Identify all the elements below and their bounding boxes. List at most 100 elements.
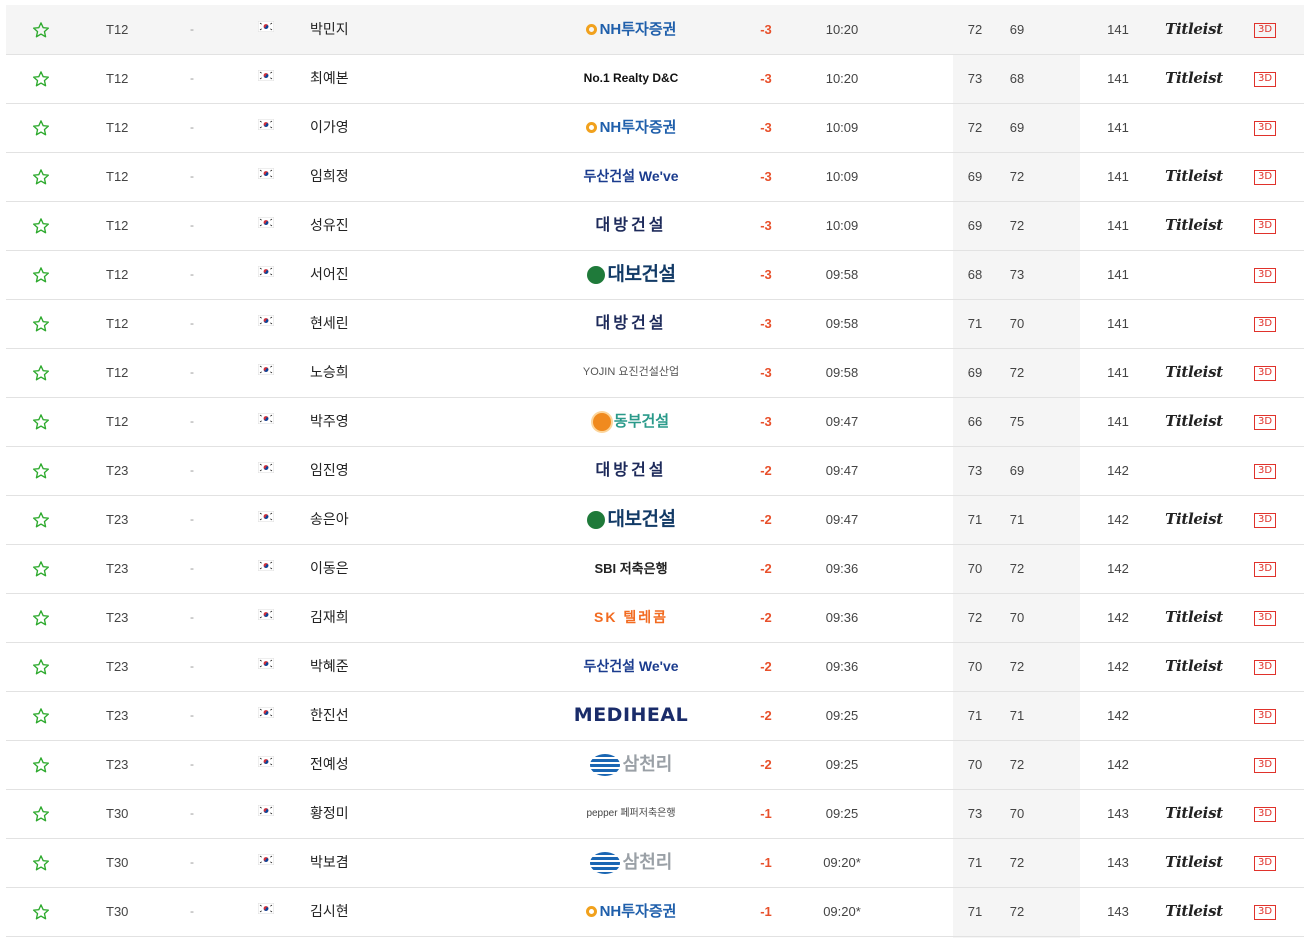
favorite-star-button[interactable] <box>30 740 52 789</box>
favorite-star-button[interactable] <box>30 348 52 397</box>
equipment-brand-logo: Titleist <box>1165 20 1223 38</box>
view-3d-button[interactable]: 3D <box>1254 709 1276 724</box>
favorite-star-button[interactable] <box>30 593 52 642</box>
favorite-star-button[interactable] <box>30 691 52 740</box>
table-row[interactable]: T30 - 김시현 NH투자증권 -1 09:20* 71 72 143 Titleist 3D <box>6 887 1304 937</box>
favorite-star-button[interactable] <box>30 5 52 54</box>
favorite-star-button[interactable] <box>30 495 52 544</box>
favorite-star-button[interactable] <box>30 887 52 936</box>
rank-cell: T12 <box>106 316 129 331</box>
table-row[interactable]: T30 - 박보겸 삼천리 -1 09:20* 71 72 143 Titleist 3D <box>6 838 1304 888</box>
view-3d-button[interactable]: 3D <box>1254 464 1276 479</box>
table-row[interactable]: T12 - 최예본 No.1 Realty D&C -3 10:20 73 68 141 Titl… <box>6 54 1304 104</box>
to-par-cell: -1 <box>760 806 772 821</box>
to-par-cell: -2 <box>760 463 772 478</box>
player-name-link[interactable]: 노승희 <box>310 348 349 397</box>
rank-change-cell: - <box>190 463 194 477</box>
favorite-star-button[interactable] <box>30 544 52 593</box>
player-name-link[interactable]: 이동은 <box>310 544 349 593</box>
player-name-link[interactable]: 송은아 <box>310 495 349 544</box>
table-row[interactable]: T23 - 박혜준 두산건설 We've -2 09:36 70 72 142 Titleist 3… <box>6 642 1304 692</box>
star-icon <box>32 903 50 919</box>
player-name-link[interactable]: 현세린 <box>310 299 349 348</box>
table-row[interactable]: T23 - 김재희 SK 텔레콤 -2 09:36 72 70 142 Titleist 3D <box>6 593 1304 643</box>
player-name-link[interactable]: 성유진 <box>310 201 349 250</box>
view-3d-button[interactable]: 3D <box>1254 415 1276 430</box>
favorite-star-button[interactable] <box>30 250 52 299</box>
player-name-link[interactable]: 한진선 <box>310 691 349 740</box>
table-row[interactable]: T12 - 현세린 대방건설 -3 09:58 71 70 141 3D <box>6 299 1304 349</box>
star-icon <box>32 462 50 478</box>
favorite-star-button[interactable] <box>30 642 52 691</box>
sponsor-logo: 삼천리 <box>589 838 672 887</box>
player-name-link[interactable]: 최예본 <box>310 54 349 103</box>
view-3d-button[interactable]: 3D <box>1254 72 1276 87</box>
player-name-link[interactable]: 전예성 <box>310 740 349 789</box>
sponsor-logo-text: SK 텔레콤 <box>594 609 668 625</box>
equipment-brand-logo: Titleist <box>1165 853 1223 871</box>
table-row[interactable]: T12 - 박주영 동부건설 -3 09:47 66 75 141 Titleist 3D <box>6 397 1304 447</box>
view-3d-button[interactable]: 3D <box>1254 807 1276 822</box>
view-3d-button[interactable]: 3D <box>1254 513 1276 528</box>
player-name-link[interactable]: 황정미 <box>310 789 349 838</box>
view-3d-button[interactable]: 3D <box>1254 121 1276 136</box>
rank-change-cell: - <box>190 414 194 428</box>
player-name-link[interactable]: 박혜준 <box>310 642 349 691</box>
sponsor-cell: SBI 저축은행 <box>571 544 691 593</box>
view-3d-button[interactable]: 3D <box>1254 856 1276 871</box>
player-name-link[interactable]: 김시현 <box>310 887 349 936</box>
player-name-link[interactable]: 서어진 <box>310 250 349 299</box>
table-row[interactable]: T12 - 이가영 NH투자증권 -3 10:09 72 69 141 3D <box>6 103 1304 153</box>
player-name-link[interactable]: 임희정 <box>310 152 349 201</box>
table-row[interactable]: T12 - 임희정 두산건설 We've -3 10:09 69 72 141 Titleist 3… <box>6 152 1304 202</box>
table-row[interactable]: T12 - 서어진 대보건설 -3 09:58 68 73 141 3D <box>6 250 1304 300</box>
player-name-link[interactable]: 박주영 <box>310 397 349 446</box>
table-row[interactable]: T23 - 전예성 삼천리 -2 09:25 70 72 142 3D <box>6 740 1304 790</box>
round1-score-cell: 71 <box>967 708 983 723</box>
table-row[interactable]: T30 - 황정미 pepper 페퍼저축은행 -1 09:25 73 70 143 Titlei… <box>6 789 1304 839</box>
table-row[interactable]: T23 - 한진선 MEDIHEAL -2 09:25 71 71 142 3D <box>6 691 1304 741</box>
favorite-star-button[interactable] <box>30 446 52 495</box>
sponsor-logo-text: pepper 페퍼저축은행 <box>586 808 676 819</box>
table-row[interactable]: T23 - 송은아 대보건설 -2 09:47 71 71 142 Titleist 3D <box>6 495 1304 545</box>
player-name-link[interactable]: 이가영 <box>310 103 349 152</box>
player-name-link[interactable]: 임진영 <box>310 446 349 495</box>
equipment-brand-logo: Titleist <box>1165 804 1223 822</box>
star-icon <box>32 756 50 772</box>
star-icon <box>32 119 50 135</box>
view-3d-button[interactable]: 3D <box>1254 268 1276 283</box>
favorite-star-button[interactable] <box>30 152 52 201</box>
tee-time-cell: 09:25 <box>825 757 859 772</box>
view-3d-button[interactable]: 3D <box>1254 23 1276 38</box>
korea-flag-icon <box>258 315 274 331</box>
favorite-star-button[interactable] <box>30 54 52 103</box>
table-row[interactable]: T23 - 임진영 대방건설 -2 09:47 73 69 142 3D <box>6 446 1304 496</box>
round2-score-cell: 72 <box>1009 855 1025 870</box>
view-3d-button[interactable]: 3D <box>1254 562 1276 577</box>
table-row[interactable]: T12 - 노승희 YOJIN 요진건설산업 -3 09:58 69 72 141 Titleis… <box>6 348 1304 398</box>
favorite-star-button[interactable] <box>30 299 52 348</box>
player-name-link[interactable]: 박민지 <box>310 5 349 54</box>
view-3d-button[interactable]: 3D <box>1254 170 1276 185</box>
favorite-star-button[interactable] <box>30 103 52 152</box>
rank-cell: T12 <box>106 414 129 429</box>
view-3d-button[interactable]: 3D <box>1254 660 1276 675</box>
favorite-star-button[interactable] <box>30 397 52 446</box>
view-3d-button[interactable]: 3D <box>1254 758 1276 773</box>
favorite-star-button[interactable] <box>30 838 52 887</box>
table-row[interactable]: T12 - 성유진 대방건설 -3 10:09 69 72 141 Titleist 3D <box>6 201 1304 251</box>
view-3d-button[interactable]: 3D <box>1254 611 1276 626</box>
table-row[interactable]: T23 - 이동은 SBI 저축은행 -2 09:36 70 72 142 3D <box>6 544 1304 594</box>
view-3d-button[interactable]: 3D <box>1254 317 1276 332</box>
sponsor-logo: No.1 Realty D&C <box>584 54 679 103</box>
favorite-star-button[interactable] <box>30 789 52 838</box>
view-3d-button[interactable]: 3D <box>1254 219 1276 234</box>
player-name-link[interactable]: 박보겸 <box>310 838 349 887</box>
player-name-link[interactable]: 김재희 <box>310 593 349 642</box>
favorite-star-button[interactable] <box>30 201 52 250</box>
nh-emblem-icon <box>585 122 597 133</box>
view-3d-button[interactable]: 3D <box>1254 366 1276 381</box>
to-par-cell: -3 <box>760 218 772 233</box>
view-3d-button[interactable]: 3D <box>1254 905 1276 920</box>
table-row[interactable]: T12 - 박민지 NH투자증권 -3 10:20 72 69 141 Titleist 3D <box>6 5 1304 55</box>
